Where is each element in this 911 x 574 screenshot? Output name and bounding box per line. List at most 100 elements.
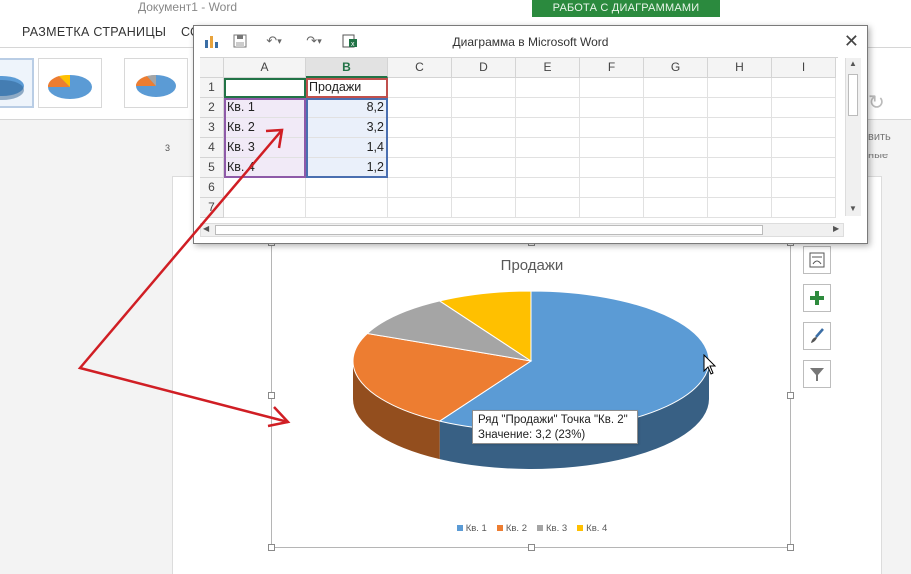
spreadsheet-cell[interactable] [224,78,306,98]
spreadsheet-cell[interactable] [452,178,516,198]
spreadsheet-cell[interactable] [580,118,644,138]
column-header-A[interactable]: A [224,58,306,78]
spreadsheet-cell[interactable] [772,158,836,178]
column-header-C[interactable]: C [388,58,452,78]
chart-elements-button[interactable] [803,284,831,312]
legend-item[interactable]: Кв. 2 [496,523,527,534]
spreadsheet-cell[interactable] [306,178,388,198]
chart-styles-button[interactable] [803,322,831,350]
spreadsheet-cell[interactable] [580,158,644,178]
spreadsheet-cell[interactable] [452,198,516,218]
spreadsheet-cell[interactable] [516,198,580,218]
column-header-F[interactable]: F [580,58,644,78]
chart-style-thumbnail[interactable] [124,58,188,108]
chart-legend[interactable]: Кв. 1 Кв. 2 Кв. 3 Кв. 4 [272,523,792,534]
row-header-4[interactable]: 4 [200,138,224,158]
chart-style-thumbnail[interactable] [0,58,34,108]
cell-category-label[interactable]: Кв. 3 [224,138,306,158]
scroll-right-icon[interactable]: ▶ [833,224,839,233]
column-header-G[interactable]: G [644,58,708,78]
cell-value[interactable]: 8,2 [306,98,388,118]
spreadsheet-cell[interactable] [708,118,772,138]
scroll-up-icon[interactable]: ▲ [849,59,857,68]
spreadsheet-grid[interactable]: A B C D E F G H I 1 Продажи 2 Кв. 1 8,2 3 Кв. 2 3,2 4 Кв. … [200,57,838,218]
resize-handle[interactable] [268,544,275,551]
scroll-down-icon[interactable]: ▼ [849,204,857,213]
cell-category-label[interactable]: Кв. 2 [224,118,306,138]
spreadsheet-cell[interactable] [772,78,836,98]
chart-style-thumbnail[interactable] [38,58,102,108]
spreadsheet-cell[interactable] [580,178,644,198]
resize-handle[interactable] [528,544,535,551]
close-icon[interactable]: ✕ [844,31,859,52]
spreadsheet-cell[interactable] [708,158,772,178]
spreadsheet-cell[interactable] [452,138,516,158]
spreadsheet-cell[interactable] [516,138,580,158]
spreadsheet-cell[interactable] [452,158,516,178]
horizontal-scrollbar[interactable]: ◀ ▶ [200,223,844,237]
resize-handle[interactable] [787,544,794,551]
chart-object[interactable]: Продажи Кв. 1 Кв. 2 Кв. 3 Кв. 4 [268,239,794,551]
spreadsheet-cell[interactable] [772,98,836,118]
spreadsheet-cell[interactable] [644,138,708,158]
tab-page-layout[interactable]: РАЗМЕТКА СТРАНИЦЫ [22,25,166,39]
spreadsheet-cell[interactable] [516,158,580,178]
column-header-I[interactable]: I [772,58,836,78]
spreadsheet-cell[interactable] [580,78,644,98]
spreadsheet-cell[interactable] [708,78,772,98]
spreadsheet-cell[interactable] [772,118,836,138]
cell-value[interactable]: 1,2 [306,158,388,178]
row-header-2[interactable]: 2 [200,98,224,118]
spreadsheet-cell[interactable] [708,178,772,198]
cell-category-label[interactable]: Кв. 4 [224,158,306,178]
row-header-3[interactable]: 3 [200,118,224,138]
cell-value[interactable]: 1,4 [306,138,388,158]
row-header-1[interactable]: 1 [200,78,224,98]
spreadsheet-cell[interactable] [516,98,580,118]
spreadsheet-cell[interactable] [644,98,708,118]
scrollbar-thumb[interactable] [215,225,763,235]
column-header-E[interactable]: E [516,58,580,78]
scroll-left-icon[interactable]: ◀ [203,224,209,233]
spreadsheet-cell[interactable] [772,178,836,198]
cell-series-header[interactable]: Продажи [306,78,388,98]
spreadsheet-cell[interactable] [708,98,772,118]
excel-data-window[interactable]: ↶ ▾ ↷ ▾ x Диаграмма в Microsoft Word ✕ A… [193,25,868,244]
legend-item[interactable]: Кв. 1 [456,523,487,534]
legend-item[interactable]: Кв. 3 [537,523,567,534]
spreadsheet-cell[interactable] [388,78,452,98]
spreadsheet-cell[interactable] [516,178,580,198]
scrollbar-thumb[interactable] [848,74,858,116]
spreadsheet-cell[interactable] [708,138,772,158]
excel-window-titlebar[interactable]: ↶ ▾ ↷ ▾ x Диаграмма в Microsoft Word ✕ [194,26,867,56]
spreadsheet-cell[interactable] [452,78,516,98]
pie-chart[interactable] [272,243,792,523]
spreadsheet-cell[interactable] [772,198,836,218]
legend-item[interactable]: Кв. 4 [577,523,607,534]
spreadsheet-cell[interactable] [644,198,708,218]
spreadsheet-cell[interactable] [516,118,580,138]
spreadsheet-cell[interactable] [388,198,452,218]
spreadsheet-cell[interactable] [644,78,708,98]
spreadsheet-cell[interactable] [644,118,708,138]
spreadsheet-cell[interactable] [644,178,708,198]
chart-tools-context-tab[interactable]: РАБОТА С ДИАГРАММАМИ [532,0,720,17]
spreadsheet-cell[interactable] [388,98,452,118]
spreadsheet-cell[interactable] [224,178,306,198]
spreadsheet-cell[interactable] [580,98,644,118]
spreadsheet-cell[interactable] [516,78,580,98]
column-header-H[interactable]: H [708,58,772,78]
spreadsheet-cell[interactable] [452,98,516,118]
cell-category-label[interactable]: Кв. 1 [224,98,306,118]
spreadsheet-cell[interactable] [772,138,836,158]
row-header-5[interactable]: 5 [200,158,224,178]
spreadsheet-cell[interactable] [708,198,772,218]
spreadsheet-cell[interactable] [388,158,452,178]
spreadsheet-cell[interactable] [644,158,708,178]
column-header-B[interactable]: B [306,58,388,78]
select-all-corner[interactable] [200,58,224,78]
spreadsheet-cell[interactable] [388,138,452,158]
row-header-7[interactable]: 7 [200,198,224,218]
spreadsheet-cell[interactable] [452,118,516,138]
spreadsheet-cell[interactable] [388,178,452,198]
